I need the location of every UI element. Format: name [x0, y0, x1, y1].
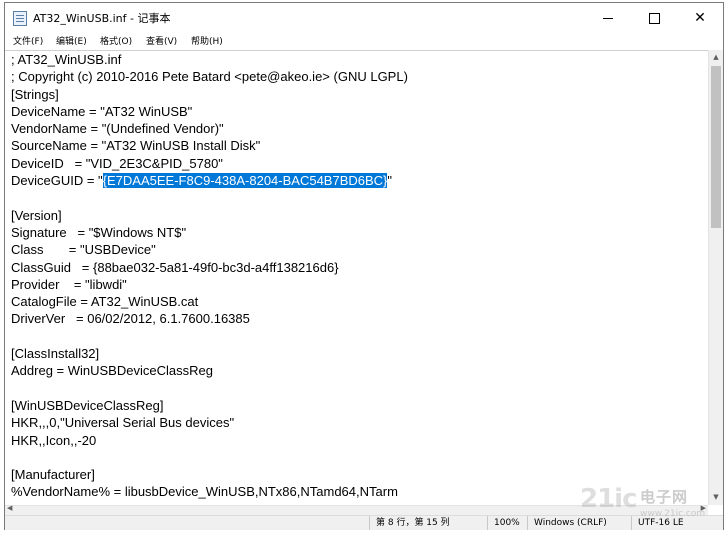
window-title: AT32_WinUSB.inf - 记事本: [33, 12, 171, 25]
menu-help[interactable]: 帮助(H): [191, 34, 223, 47]
zoom-level: 100%: [487, 516, 527, 530]
cursor-position: 第 8 行，第 15 列: [369, 516, 487, 530]
menu-format[interactable]: 格式(O): [100, 34, 132, 47]
scroll-up-arrow-icon[interactable]: ▲: [709, 50, 723, 65]
editor-text[interactable]: ; AT32_WinUSB.inf ; Copyright (c) 2010-2…: [11, 51, 408, 501]
maximize-button[interactable]: [631, 3, 677, 33]
minimize-button[interactable]: [585, 3, 631, 33]
editor-text-before: ; AT32_WinUSB.inf ; Copyright (c) 2010-2…: [11, 52, 408, 189]
text-editor[interactable]: ; AT32_WinUSB.inf ; Copyright (c) 2010-2…: [5, 50, 708, 506]
minimize-icon: [603, 17, 613, 19]
editor-text-after: " [Version] Signature = "$Windows NT$" C…: [11, 173, 398, 500]
notepad-icon: [13, 11, 27, 26]
status-bar: 第 8 行，第 15 列 100% Windows (CRLF) UTF-16 …: [5, 515, 723, 530]
scroll-right-arrow-icon[interactable]: ▶: [701, 504, 706, 512]
line-ending: Windows (CRLF): [527, 516, 631, 530]
menu-view[interactable]: 查看(V): [146, 34, 177, 47]
menu-edit[interactable]: 编辑(E): [56, 34, 87, 47]
menu-bar: 文件(F) 编辑(E) 格式(O) 查看(V) 帮助(H): [5, 33, 723, 50]
horizontal-scrollbar[interactable]: ◀ ▶: [5, 504, 708, 515]
scroll-down-arrow-icon[interactable]: ▼: [709, 490, 723, 505]
vertical-scroll-thumb[interactable]: [711, 66, 721, 228]
close-button[interactable]: ✕: [677, 3, 723, 33]
maximize-icon: [648, 12, 660, 24]
title-bar[interactable]: AT32_WinUSB.inf - 记事本 ✕: [5, 3, 723, 33]
encoding: UTF-16 LE: [631, 516, 723, 530]
menu-file[interactable]: 文件(F): [13, 34, 43, 47]
selected-text[interactable]: {E7DAA5EE-F8C9-438A-8204-BAC54B7BD6BC}: [102, 173, 388, 189]
notepad-window: AT32_WinUSB.inf - 记事本 ✕ 文件(F) 编辑(E) 格式(O…: [4, 2, 724, 530]
scroll-left-arrow-icon[interactable]: ◀: [7, 504, 12, 512]
vertical-scrollbar[interactable]: ▲ ▼: [708, 50, 723, 505]
close-icon: ✕: [694, 10, 706, 26]
